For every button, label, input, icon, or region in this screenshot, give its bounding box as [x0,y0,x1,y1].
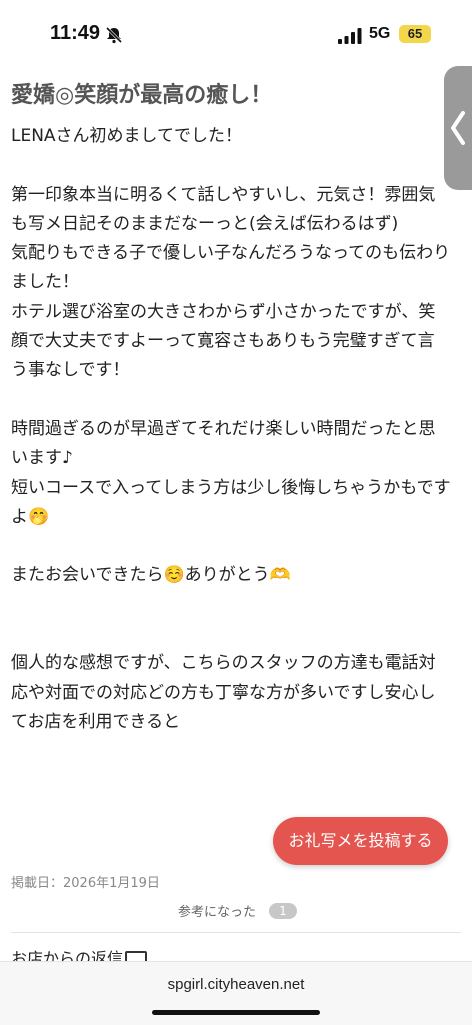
side-drawer-tab[interactable] [444,66,472,190]
browser-url-bar[interactable]: spgirl.cityheaven.net [0,961,472,1025]
helpful-count-badge: 1 [269,902,297,919]
chevron-left-icon [451,111,465,145]
network-label: 5G [369,25,391,42]
review-body: LENAさん初めましてでした！ 第一印象本当に明るくて話しやすいし、元気さ！雰囲… [11,126,451,732]
url-text: spgirl.cityheaven.net [167,976,305,993]
home-indicator [152,1010,320,1015]
helpful-button[interactable]: 参考になった 1 [178,900,297,920]
battery-indicator: 65 [399,25,431,43]
helpful-label: 参考になった [178,905,257,920]
review-content: 愛嬌◎笑顔が最高の癒し！ LENAさん初めましてでした！ 第一印象本当に明るくて… [11,80,451,737]
post-date: 掲載日：2026年1月19日 [11,876,160,891]
bell-slash-icon [105,26,123,44]
status-time: 11:49 [50,22,101,44]
post-photo-button[interactable]: お礼写メを投稿する [273,817,448,865]
review-title: 愛嬌◎笑顔が最高の癒し！ [11,83,273,108]
divider [11,932,461,933]
signal-icon [338,28,362,44]
status-bar: 11:49 5G 65 [0,0,472,70]
